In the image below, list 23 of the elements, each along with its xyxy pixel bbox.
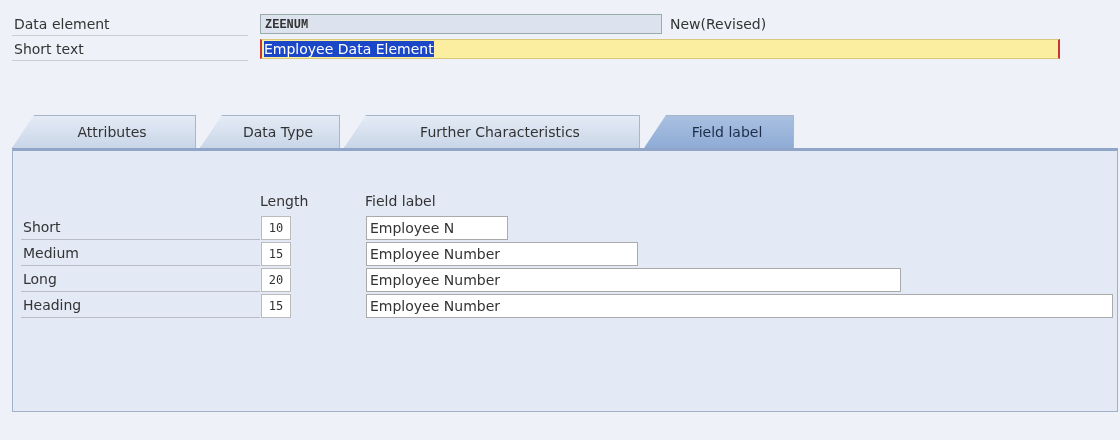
- label-field[interactable]: Employee Number: [366, 293, 1113, 318]
- row-label: Heading: [21, 293, 260, 318]
- row-label: Short: [21, 215, 260, 240]
- short-text-field[interactable]: Employee Data Element: [260, 39, 1060, 59]
- length-field[interactable]: 15: [261, 241, 291, 266]
- column-heading: Field label: [365, 193, 436, 211]
- length-field[interactable]: 15: [261, 293, 291, 318]
- data-element-field[interactable]: ZEENUM: [260, 14, 662, 34]
- label-field[interactable]: Employee Number: [366, 241, 638, 266]
- length-field[interactable]: 10: [261, 215, 291, 240]
- field-label: Short text: [12, 37, 248, 61]
- tab[interactable]: Field label: [644, 115, 794, 148]
- tab[interactable]: Further Characteristics: [344, 115, 640, 148]
- label-field[interactable]: Employee Number: [366, 267, 901, 292]
- column-heading: Length: [260, 193, 310, 211]
- tab[interactable]: Attributes: [12, 115, 196, 148]
- label-field[interactable]: Employee N: [366, 215, 508, 240]
- row-label: Medium: [21, 241, 260, 266]
- length-field[interactable]: 20: [261, 267, 291, 292]
- row-label: Long: [21, 267, 260, 292]
- tab[interactable]: Data Type: [200, 115, 340, 148]
- field-label: Data element: [12, 12, 248, 36]
- status-text: New(Revised): [670, 16, 767, 32]
